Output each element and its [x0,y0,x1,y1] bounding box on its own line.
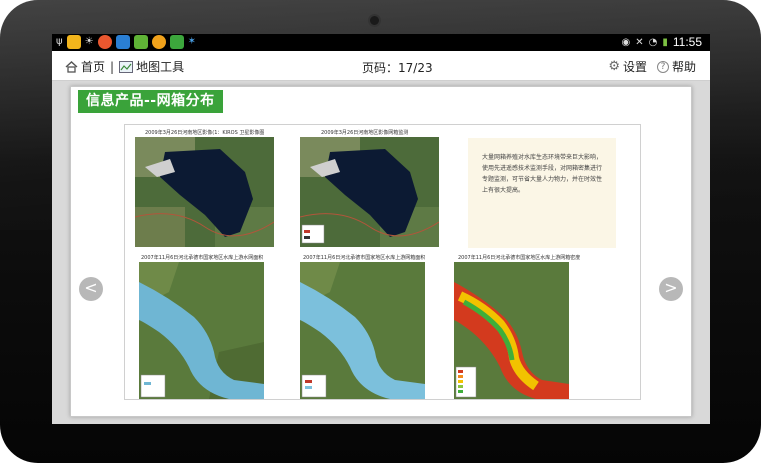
notification-icons: ψ ☀ ✶ [56,35,196,49]
settings-label: 设置 [622,60,647,74]
help-label: 帮助 [671,60,696,74]
cage-density-map [454,262,569,399]
store-icon [133,35,148,49]
caption-cage-area: 2007年11月6日河北承德市国家地区水库上游网箱面积 [303,255,426,261]
mute-icon: ✕ [635,36,644,48]
eye-icon: ◉ [621,36,631,48]
toolbar-left: 首页 | 地图工具 [65,58,184,75]
chevron-right-icon: > [664,278,678,297]
prev-page-button[interactable]: < [79,277,103,301]
system-icons: ◉ ✕ ◔ ▮ 11:55 [621,35,702,50]
clock-time: 11:55 [672,35,702,49]
home-icon [65,60,78,73]
tablet-frame: ψ ☀ ✶ ◉ ✕ ◔ ▮ 11:55 首页 | 地图工具 页码：17/23 ⚙… [0,0,761,463]
description-text: 大量网箱养殖对水库生态环境带来巨大影响，使用先进遥感技术监测手段，对网箱密集进行… [468,138,616,248]
weather-icon [151,35,166,49]
caption-water-area: 2007年11月6日河北承德市国家地区水库上游水网面积 [141,255,264,261]
map-tools-label: 地图工具 [136,60,185,74]
help-icon: ? [656,60,669,73]
bluetooth-share-icon: ✶ [187,36,196,47]
map-tools-icon [119,60,134,73]
brightness-icon: ☀ [84,36,94,47]
caption-satellite: 2009年3月26日河南地区影像(1：KIROS 卫星影像图 [145,130,265,136]
gear-icon: ⚙ [608,59,620,74]
page-indicator: 页码：17/23 [362,61,433,75]
settings-button[interactable]: ⚙ 设置 [608,58,647,75]
browser-icon [97,35,112,49]
cage-monitor-image [300,137,439,247]
satellite-image [135,137,274,247]
status-bar: ψ ☀ ✶ ◉ ✕ ◔ ▮ 11:55 [52,34,710,51]
wifi-icon: ◔ [648,36,658,48]
app-toolbar: 首页 | 地图工具 页码：17/23 ⚙ 设置 ? 帮助 [52,51,710,81]
water-area-map [139,262,264,399]
device-screen: ψ ☀ ✶ ◉ ✕ ◔ ▮ 11:55 首页 | 地图工具 页码：17/23 ⚙… [52,34,710,424]
chevron-left-icon: < [84,278,98,297]
map-tools-button[interactable]: 地图工具 [119,58,184,75]
toolbar-separator: | [110,59,115,74]
app-notify-icon [66,35,81,49]
cage-area-map [300,262,425,399]
usb-icon: ψ [56,36,63,47]
page-title: 信息产品--网箱分布 [78,90,223,113]
next-page-button[interactable]: > [659,277,683,301]
news-icon [115,35,130,49]
front-camera [368,14,381,27]
calendar-icon [169,35,184,49]
slide-document: 2009年3月26日河南地区影像(1：KIROS 卫星影像图 2009年3月26… [124,124,641,400]
battery-icon: ▮ [662,36,668,48]
toolbar-right: ⚙ 设置 ? 帮助 [608,58,696,75]
help-button[interactable]: ? 帮助 [656,58,696,75]
home-label: 首页 [81,60,106,74]
caption-cage-density: 2007年11月6日河北承德市国家地区水库上游网箱密度 [458,255,581,261]
content-panel: 信息产品--网箱分布 < > 2009年3月26日河南地区影像(1：KIROS … [70,86,692,417]
home-button[interactable]: 首页 [65,58,105,75]
caption-cage-monitor: 2009年3月26日河南地区影像网箱监测 [321,130,409,136]
